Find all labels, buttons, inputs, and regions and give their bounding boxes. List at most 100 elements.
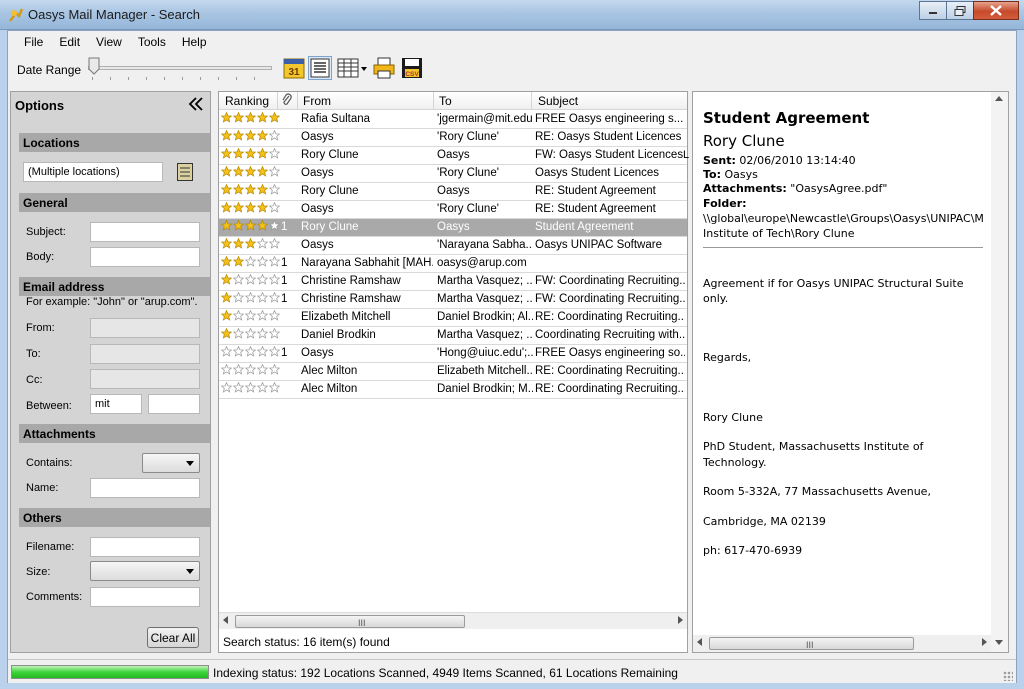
ranking-stars[interactable] xyxy=(220,183,281,199)
table-row[interactable]: Rory Clune Oasys FW: Oasys Student Licence… xyxy=(219,147,687,165)
table-row[interactable]: 1 Rory Clune Oasys Student Agreement xyxy=(219,219,687,237)
clear-all-button[interactable]: Clear All xyxy=(147,627,199,648)
column-to[interactable]: To xyxy=(439,94,452,110)
subject-input[interactable] xyxy=(90,222,200,242)
table-row[interactable]: 1 Christine Ramshaw Martha Vasquez; ... FW:… xyxy=(219,273,687,291)
scroll-right-icon[interactable] xyxy=(678,616,683,624)
horizontal-scrollbar[interactable]: III xyxy=(219,612,687,629)
star-empty-icon xyxy=(268,381,281,393)
star-empty-icon xyxy=(220,381,233,393)
column-divider[interactable] xyxy=(297,92,298,110)
export-csv-button[interactable]: CSV xyxy=(400,56,424,80)
minimize-button[interactable] xyxy=(919,1,947,20)
table-row[interactable]: Oasys 'Narayana Sabha... Oasys UNIPAC Soft… xyxy=(219,237,687,255)
ranking-stars[interactable] xyxy=(220,165,281,181)
section-email-address[interactable]: Email address xyxy=(19,277,210,296)
menu-view[interactable]: View xyxy=(88,35,130,49)
table-row[interactable]: Alec Milton Daniel Brodkin; M... RE: Coord… xyxy=(219,381,687,399)
resize-grip-icon[interactable] xyxy=(1003,671,1013,681)
ranking-stars[interactable] xyxy=(220,219,281,235)
star-filled-icon xyxy=(244,219,257,231)
locations-field[interactable]: (Multiple locations) xyxy=(23,162,163,182)
comments-input[interactable] xyxy=(90,587,200,607)
to-input[interactable] xyxy=(90,344,200,364)
table-row[interactable]: 1 Oasys 'Hong@uiuc.edu';... FREE Oasys engi… xyxy=(219,345,687,363)
scroll-left-icon[interactable] xyxy=(697,638,702,646)
column-subject[interactable]: Subject xyxy=(538,94,578,110)
window-controls xyxy=(919,1,1019,20)
date-range-slider[interactable] xyxy=(88,66,272,70)
section-locations[interactable]: Locations xyxy=(19,133,210,152)
scroll-left-icon[interactable] xyxy=(223,616,228,624)
close-button[interactable] xyxy=(973,1,1019,20)
ranking-stars[interactable] xyxy=(220,381,281,397)
section-others[interactable]: Others xyxy=(19,508,210,527)
column-divider[interactable] xyxy=(531,92,532,110)
filename-input[interactable] xyxy=(90,537,200,557)
from-input[interactable] xyxy=(90,318,200,338)
table-row[interactable]: Alec Milton Elizabeth Mitchell... RE: Coor… xyxy=(219,363,687,381)
table-row[interactable]: Oasys 'Rory Clune' RE: Student Agreement xyxy=(219,201,687,219)
print-button[interactable] xyxy=(372,56,396,80)
column-divider[interactable] xyxy=(433,92,434,110)
message-list: Ranking From To Subject Rafia Sultana 'jg… xyxy=(218,91,689,653)
calendar-button[interactable]: 31 xyxy=(282,56,306,80)
between-input-1[interactable]: mit xyxy=(90,394,142,414)
ranking-stars[interactable] xyxy=(220,363,281,379)
column-divider[interactable] xyxy=(277,92,278,110)
scroll-thumb[interactable]: III xyxy=(709,637,914,650)
ranking-stars[interactable] xyxy=(220,147,281,163)
table-row[interactable]: 1 Christine Ramshaw Martha Vasquez; ... FW:… xyxy=(219,291,687,309)
cc-input[interactable] xyxy=(90,369,200,389)
column-ranking[interactable]: Ranking xyxy=(225,94,269,110)
ranking-stars[interactable] xyxy=(220,111,281,127)
size-select[interactable] xyxy=(90,561,200,581)
scroll-up-icon[interactable] xyxy=(995,96,1003,101)
table-row[interactable]: Rory Clune Oasys RE: Student Agreement xyxy=(219,183,687,201)
columns-dropdown-button[interactable] xyxy=(336,56,368,80)
ranking-stars[interactable] xyxy=(220,273,281,289)
ranking-stars[interactable] xyxy=(220,327,281,343)
ranking-stars[interactable] xyxy=(220,129,281,145)
ranking-stars[interactable] xyxy=(220,255,281,271)
ranking-stars[interactable] xyxy=(220,291,281,307)
table-row[interactable]: 1 Narayana Sabhahit [MAH... oasys@arup.com xyxy=(219,255,687,273)
ranking-stars[interactable] xyxy=(220,345,281,361)
menu-bar: File Edit View Tools Help xyxy=(8,31,1016,53)
star-empty-icon xyxy=(268,273,281,285)
ranking-stars[interactable] xyxy=(220,237,281,253)
body-input[interactable] xyxy=(90,247,200,267)
ranking-stars[interactable] xyxy=(220,309,281,325)
scroll-right-icon[interactable] xyxy=(982,638,987,646)
preview-folder: Folder: xyxy=(703,197,747,210)
attachments-value[interactable]: "OasysAgree.pdf" xyxy=(790,182,887,195)
list-view-button[interactable] xyxy=(308,56,332,80)
section-general[interactable]: General xyxy=(19,193,210,212)
menu-edit[interactable]: Edit xyxy=(51,35,88,49)
row-subject: RE: Student Agreement xyxy=(535,185,656,197)
column-from[interactable]: From xyxy=(303,94,331,110)
menu-file[interactable]: File xyxy=(16,35,51,49)
scroll-down-icon[interactable] xyxy=(995,640,1003,645)
vertical-scrollbar[interactable] xyxy=(991,92,1008,652)
browse-locations-button[interactable] xyxy=(177,163,193,184)
contains-select[interactable] xyxy=(142,453,200,473)
section-attachments[interactable]: Attachments xyxy=(19,424,210,443)
scroll-thumb[interactable]: III xyxy=(235,615,465,628)
table-row[interactable]: Oasys 'Rory Clune' Oasys Student Licences xyxy=(219,165,687,183)
preview-horizontal-scrollbar[interactable]: III xyxy=(693,635,991,652)
attachment-name-input[interactable] xyxy=(90,478,200,498)
table-row[interactable]: Rafia Sultana 'jgermain@mit.edu' FREE Oasy… xyxy=(219,111,687,129)
menu-help[interactable]: Help xyxy=(174,35,215,49)
table-row[interactable]: Daniel Brodkin Martha Vasquez; ... Coordin… xyxy=(219,327,687,345)
table-row[interactable]: Elizabeth Mitchell Daniel Brodkin; Al... R… xyxy=(219,309,687,327)
collapse-panel-button[interactable] xyxy=(188,97,204,116)
maximize-button[interactable] xyxy=(946,1,974,20)
email-hint: For example: "John" or "arup.com". xyxy=(26,296,198,308)
between-input-2[interactable] xyxy=(148,394,200,414)
slider-thumb[interactable] xyxy=(88,57,100,75)
table-row[interactable]: Oasys 'Rory Clune' RE: Oasys Student Licen… xyxy=(219,129,687,147)
menu-tools[interactable]: Tools xyxy=(130,35,174,49)
ranking-stars[interactable] xyxy=(220,201,281,217)
attachment-column-icon[interactable] xyxy=(281,93,293,109)
